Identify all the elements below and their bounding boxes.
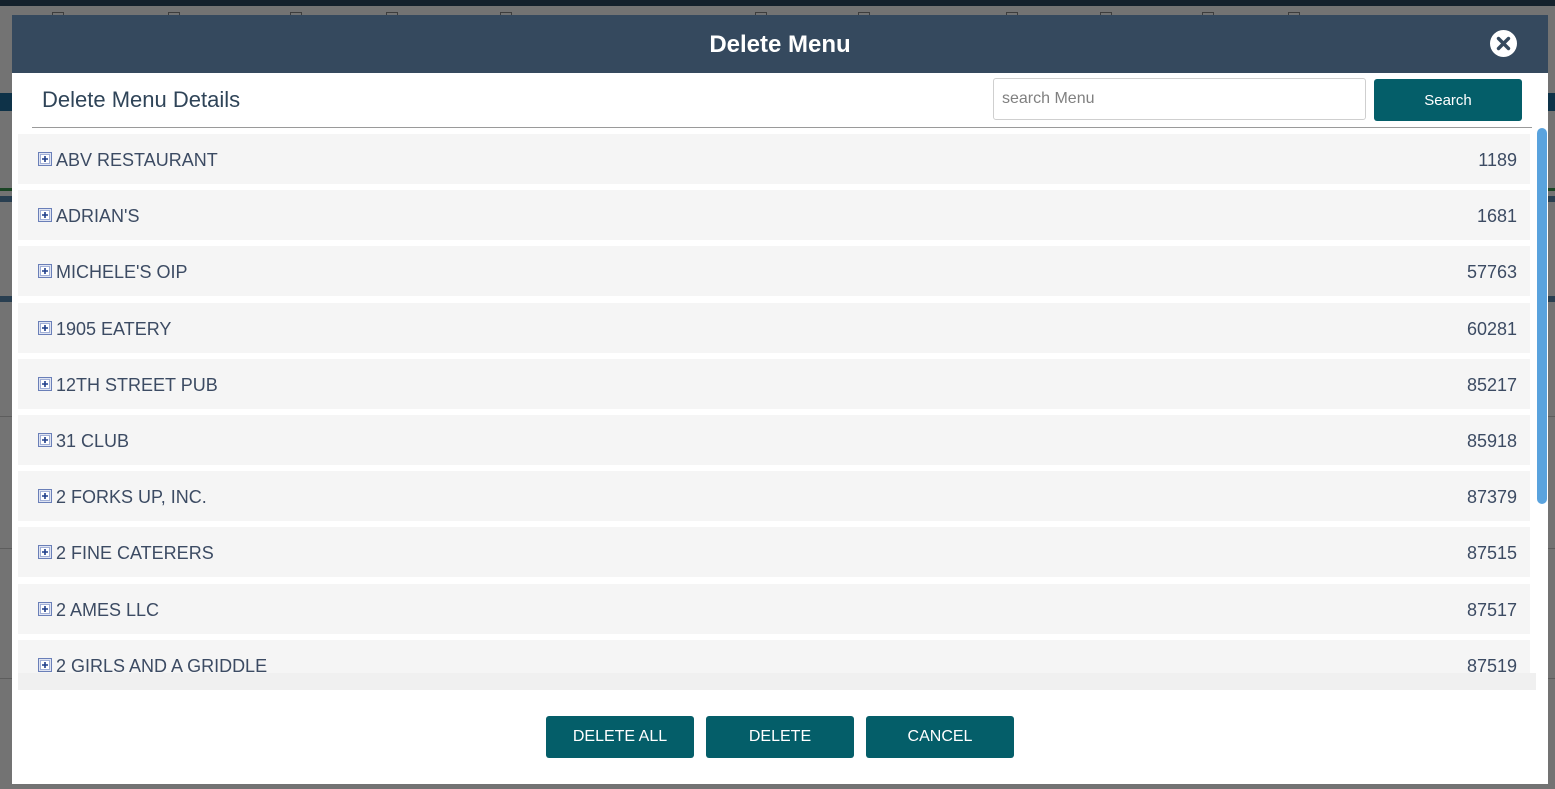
menu-id: 1189 [1478, 150, 1517, 170]
menu-name: 2 FINE CATERERS [56, 543, 214, 563]
plus-square-icon[interactable] [38, 602, 52, 616]
list-item[interactable]: MICHELE'S OIP 57763 [18, 246, 1530, 296]
menu-name: ADRIAN'S [56, 206, 140, 226]
header-divider [32, 127, 1532, 128]
menu-list[interactable]: ABV RESTAURANT 1189 ADRIAN'S 1681 MICHELE'S … [18, 132, 1536, 690]
search-input[interactable] [993, 78, 1366, 120]
menu-id: 1681 [1476, 206, 1517, 226]
plus-square-icon[interactable] [38, 152, 52, 166]
menu-id: 60281 [1466, 319, 1517, 339]
menu-name: MICHELE'S OIP [56, 262, 188, 282]
list-bottom-bar [18, 673, 1536, 690]
plus-square-icon[interactable] [38, 658, 52, 672]
menu-id: 87515 [1466, 543, 1517, 563]
plus-square-icon[interactable] [38, 433, 52, 447]
plus-square-icon[interactable] [38, 377, 52, 391]
delete-button[interactable]: DELETE [706, 716, 854, 758]
menu-id: 85217 [1466, 375, 1517, 395]
plus-square-icon[interactable] [38, 264, 52, 278]
list-item[interactable]: 2 AMES LLC 87517 [18, 584, 1530, 634]
dialog-header: Delete Menu [12, 15, 1548, 73]
menu-name: 2 FORKS UP, INC. [56, 487, 207, 507]
menu-id: 87379 [1466, 487, 1517, 507]
close-icon[interactable] [1490, 30, 1517, 57]
menu-name: 1905 EATERY [56, 319, 172, 339]
list-item[interactable]: 2 FORKS UP, INC. 87379 [18, 471, 1530, 521]
plus-square-icon[interactable] [38, 489, 52, 503]
plus-square-icon[interactable] [38, 321, 52, 335]
list-item[interactable]: ADRIAN'S 1681 [18, 190, 1530, 240]
menu-id: 87517 [1466, 600, 1517, 620]
list-item[interactable]: 31 CLUB 85918 [18, 415, 1530, 465]
cancel-button[interactable]: CANCEL [866, 716, 1014, 758]
menu-name: ABV RESTAURANT [56, 150, 218, 170]
menu-name: 31 CLUB [56, 431, 130, 451]
delete-all-button[interactable]: DELETE ALL [546, 716, 694, 758]
list-item[interactable]: 12TH STREET PUB 85217 [18, 359, 1530, 409]
menu-id: 57763 [1466, 262, 1517, 282]
menu-name: 2 AMES LLC [56, 600, 160, 620]
menu-id: 85918 [1466, 431, 1517, 451]
menu-name: 12TH STREET PUB [56, 375, 218, 395]
details-heading: Delete Menu Details [42, 87, 241, 112]
scrollbar-thumb[interactable] [1537, 128, 1547, 504]
plus-square-icon[interactable] [38, 208, 52, 222]
plus-square-icon[interactable] [38, 545, 52, 559]
delete-menu-dialog: Delete Menu Delete Menu Details Search A… [12, 15, 1548, 784]
search-button[interactable]: Search [1374, 79, 1522, 121]
list-item[interactable]: 2 FINE CATERERS 87515 [18, 527, 1530, 577]
list-item[interactable]: ABV RESTAURANT 1189 [18, 134, 1530, 184]
list-item[interactable]: 1905 EATERY 60281 [18, 303, 1530, 353]
dialog-title: Delete Menu [709, 31, 851, 58]
